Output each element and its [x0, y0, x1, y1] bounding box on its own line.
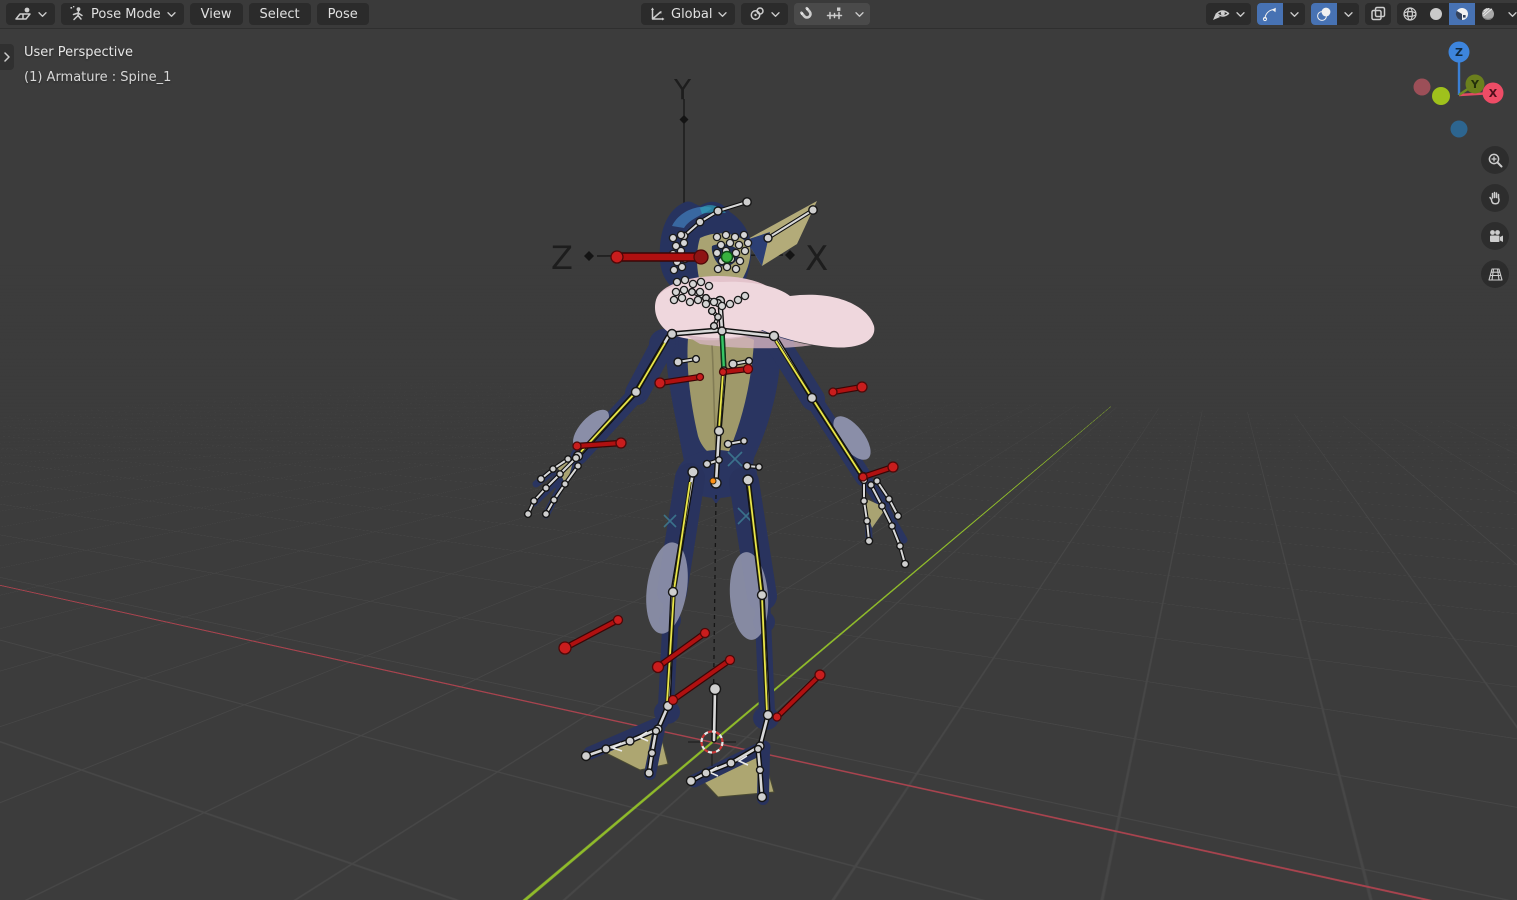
chevron-down-icon — [38, 11, 47, 18]
editor-type-selector[interactable] — [6, 3, 55, 25]
pan-button[interactable] — [1481, 184, 1509, 212]
floor-grid — [317, 28, 1517, 469]
menu-pose[interactable]: Pose — [317, 3, 369, 25]
perspective-label: User Perspective — [24, 40, 171, 65]
zoom-button[interactable] — [1481, 146, 1509, 174]
viewport-overlay-text: User Perspective (1) Armature : Spine_1 — [24, 40, 171, 90]
chevron-down-icon — [1344, 11, 1353, 18]
zoom-icon — [1487, 152, 1504, 169]
pivot-point-dropdown[interactable] — [741, 3, 788, 25]
shading-chevron[interactable] — [1501, 3, 1517, 25]
gizmo-neg-y-ball[interactable] — [1432, 87, 1450, 105]
gizmo-letter-y: Y — [1470, 78, 1480, 91]
overlays-icon — [1316, 6, 1332, 22]
shading-rendered-button[interactable] — [1475, 3, 1501, 25]
proportional-chevron[interactable] — [848, 3, 870, 25]
active-object-label: (1) Armature : Spine_1 — [24, 65, 171, 90]
floor-y-axis-line — [1110, 146, 1421, 407]
toggle-ortho-icon — [1487, 267, 1504, 282]
xray-toggle[interactable] — [1365, 3, 1391, 25]
shading-solid-button[interactable] — [1423, 3, 1449, 25]
editor-type-icon — [14, 6, 32, 22]
proportional-editing-dropdown[interactable] — [820, 3, 848, 25]
pose-mode-icon — [69, 6, 85, 22]
chevron-right-icon — [3, 52, 11, 62]
gizmo-neg-x-ball[interactable] — [1414, 79, 1431, 96]
pan-hand-icon — [1487, 190, 1503, 206]
snap-toggle[interactable] — [794, 3, 820, 25]
proportional-icon — [826, 6, 843, 22]
gizmo-letter-z: Z — [1455, 46, 1463, 59]
mode-label: Pose Mode — [91, 7, 161, 22]
axis-letter-y: Y — [673, 73, 692, 106]
mode-dropdown[interactable]: Pose Mode — [61, 3, 184, 25]
menu-view[interactable]: View — [190, 3, 243, 25]
toggle-ortho-button[interactable] — [1481, 260, 1509, 288]
gizmo-neg-z-ball[interactable] — [1451, 121, 1468, 138]
face-rig-joints[interactable] — [669, 231, 751, 309]
orientation-icon — [649, 7, 665, 22]
toolbar-expand-tab[interactable] — [0, 44, 14, 70]
navigation-gizmo[interactable]: Z Y X — [1402, 38, 1516, 152]
axis-letter-z: Z — [551, 239, 573, 277]
viewport-header: Pose Mode View Select Pose Global — [0, 0, 1517, 29]
shading-wireframe-button[interactable] — [1397, 3, 1423, 25]
chevron-down-icon — [1290, 11, 1299, 18]
chevron-down-icon — [771, 11, 780, 18]
blender-window: { "header": { "mode_label": "Pose Mode",… — [0, 0, 1517, 900]
eye-joint[interactable] — [722, 252, 733, 263]
chevron-down-icon — [855, 11, 864, 18]
wireframe-icon — [1402, 6, 1418, 22]
transform-orientation-dropdown[interactable]: Global — [641, 3, 735, 25]
show-overlays-toggle[interactable] — [1311, 3, 1337, 25]
object-visibility-dropdown[interactable] — [1206, 3, 1251, 25]
xray-icon — [1370, 6, 1386, 22]
gizmo-letter-x: X — [1489, 87, 1498, 100]
overlays-chevron[interactable] — [1337, 3, 1359, 25]
material-preview-icon — [1454, 6, 1470, 22]
camera-view-button[interactable] — [1481, 222, 1509, 250]
gizmo-chevron[interactable] — [1283, 3, 1305, 25]
chevron-down-icon — [1236, 11, 1245, 18]
chevron-down-icon — [1508, 11, 1517, 18]
bone-axis-widget: Z X Y — [551, 73, 828, 279]
pivot-icon — [749, 6, 765, 22]
spine-bone[interactable] — [722, 331, 724, 371]
gizmo-icon — [1262, 6, 1278, 22]
solid-icon — [1428, 6, 1444, 22]
camera-view-icon — [1487, 229, 1504, 244]
axis-letter-x: X — [805, 239, 828, 279]
shading-material-button[interactable] — [1449, 3, 1475, 25]
visibility-eye-icon — [1212, 7, 1230, 22]
3d-viewport[interactable]: Z X Y — [0, 28, 1517, 900]
chevron-down-icon — [718, 11, 727, 18]
orientation-label: Global — [671, 7, 712, 22]
rendered-icon — [1480, 6, 1496, 22]
magnet-icon — [799, 6, 815, 22]
show-gizmo-toggle[interactable] — [1257, 3, 1283, 25]
chevron-down-icon — [167, 11, 176, 18]
menu-select[interactable]: Select — [249, 3, 311, 25]
